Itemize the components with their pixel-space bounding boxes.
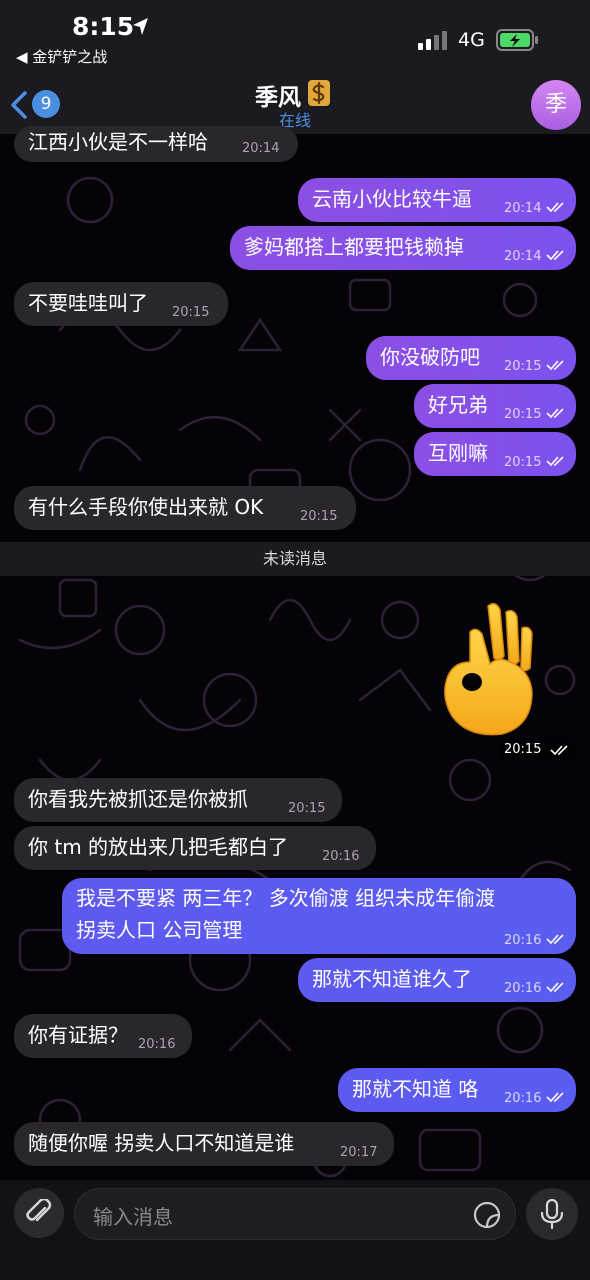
- read-check-icon: [546, 934, 564, 945]
- message-text: 你没破防吧: [380, 345, 480, 369]
- message-time: 20:16: [504, 1091, 542, 1106]
- input-placeholder: 输入消息: [93, 1205, 173, 1229]
- message-bubble-outgoing[interactable]: 你没破防吧 20:15: [366, 336, 576, 380]
- message-bubble-incoming[interactable]: 你有证据？ 20:16: [14, 1014, 192, 1058]
- message-bubble-outgoing[interactable]: 那就不知道 咯 20:16: [338, 1068, 576, 1112]
- voice-record-button[interactable]: [526, 1188, 578, 1240]
- message-bubble-incoming[interactable]: 你 tm 的放出来几把毛都白了 20:16: [14, 826, 376, 870]
- message-time: 20:15: [504, 455, 542, 470]
- cellular-signal-icon: [418, 31, 447, 50]
- read-check-icon: [546, 250, 564, 261]
- message-text: 那就不知道谁久了: [312, 967, 472, 991]
- message-bubble-outgoing[interactable]: 好兄弟 20:15: [414, 384, 576, 428]
- message-text: 你 tm 的放出来几把毛都白了: [28, 835, 289, 859]
- message-bubble-incoming[interactable]: 不要哇哇叫了 20:15: [14, 282, 228, 326]
- message-bubble-incoming[interactable]: 随便你喔 拐卖人口不知道是谁 20:17: [14, 1122, 394, 1166]
- message-text: 不要哇哇叫了: [28, 291, 148, 315]
- read-check-icon: [546, 456, 564, 467]
- message-input[interactable]: 输入消息: [74, 1188, 516, 1240]
- message-text: 随便你喔 拐卖人口不知道是谁: [28, 1131, 295, 1155]
- read-check-icon: [546, 202, 564, 213]
- message-text: 爹妈都搭上都要把钱赖掉: [244, 235, 464, 259]
- message-input-bar: 输入消息: [0, 1180, 590, 1280]
- sticker-icon[interactable]: [473, 1201, 501, 1229]
- message-time: 20:14: [242, 141, 280, 156]
- message-time: 20:15: [172, 305, 210, 320]
- message-time: 20:16: [504, 933, 542, 948]
- attach-button[interactable]: [14, 1188, 64, 1238]
- message-bubble-outgoing[interactable]: 那就不知道谁久了 20:16: [298, 958, 576, 1002]
- message-bubble-incoming[interactable]: 有什么手段你使出来就 OK 20:15: [14, 486, 356, 530]
- microphone-icon: [540, 1199, 564, 1229]
- message-time: 20:16: [138, 1037, 176, 1052]
- read-check-icon: [550, 745, 568, 756]
- message-time: 20:16: [322, 849, 360, 864]
- money-emoji-icon: [308, 80, 330, 106]
- message-bubble-incoming[interactable]: 江西小伙是不一样哈 20:14: [14, 126, 298, 162]
- message-text: 好兄弟: [428, 393, 488, 417]
- message-bubble-outgoing[interactable]: 互刚嘛 20:15: [414, 432, 576, 476]
- battery-charging-icon: [496, 29, 538, 51]
- ok-hand-emoji-icon[interactable]: [430, 598, 540, 738]
- status-bar: 8:15 ◀ 金铲铲之战 4G: [0, 0, 590, 72]
- contact-avatar[interactable]: 季: [531, 80, 581, 130]
- message-bubble-outgoing[interactable]: 我是不要紧 两三年？ 多次偷渡 组织未成年偷渡 拐卖人口 公司管理 20:16: [62, 878, 576, 954]
- message-time: 20:15: [504, 359, 542, 374]
- message-bubble-outgoing[interactable]: 云南小伙比较牛逼 20:14: [298, 178, 576, 222]
- message-time: 20:15: [504, 742, 542, 757]
- status-time: 8:15: [72, 12, 135, 41]
- message-text: 江西小伙是不一样哈: [28, 130, 208, 154]
- message-text-line1: 我是不要紧 两三年？ 多次偷渡 组织未成年偷渡: [76, 886, 496, 910]
- sticker-timestamp: 20:15: [498, 738, 576, 762]
- message-time: 20:15: [300, 509, 338, 524]
- message-time: 20:14: [504, 201, 542, 216]
- message-time: 20:14: [504, 249, 542, 264]
- message-text: 你有证据？: [28, 1023, 128, 1047]
- back-to-app-link[interactable]: ◀ 金铲铲之战: [16, 46, 107, 67]
- message-text: 有什么手段你使出来就 OK: [28, 495, 264, 519]
- paperclip-icon: [26, 1199, 52, 1222]
- message-time: 20:15: [504, 407, 542, 422]
- chat-header: 9 季风 在线 季: [0, 72, 590, 134]
- message-time: 20:17: [340, 1145, 378, 1160]
- read-check-icon: [546, 1092, 564, 1103]
- message-bubble-incoming[interactable]: 你看我先被抓还是你被抓 20:15: [14, 778, 342, 822]
- message-text-line2: 拐卖人口 公司管理: [76, 918, 243, 942]
- message-text: 那就不知道 咯: [352, 1077, 479, 1101]
- message-text: 互刚嘛: [428, 441, 488, 465]
- message-time: 20:16: [504, 981, 542, 996]
- read-check-icon: [546, 982, 564, 993]
- network-type: 4G: [458, 29, 485, 51]
- message-bubble-outgoing[interactable]: 爹妈都搭上都要把钱赖掉 20:14: [230, 226, 576, 270]
- unread-messages-divider: 未读消息: [0, 542, 590, 576]
- message-text: 你看我先被抓还是你被抓: [28, 787, 248, 811]
- read-check-icon: [546, 360, 564, 371]
- location-arrow-icon: [133, 18, 148, 35]
- message-text: 云南小伙比较牛逼: [312, 187, 472, 211]
- read-check-icon: [546, 408, 564, 419]
- message-time: 20:15: [288, 801, 326, 816]
